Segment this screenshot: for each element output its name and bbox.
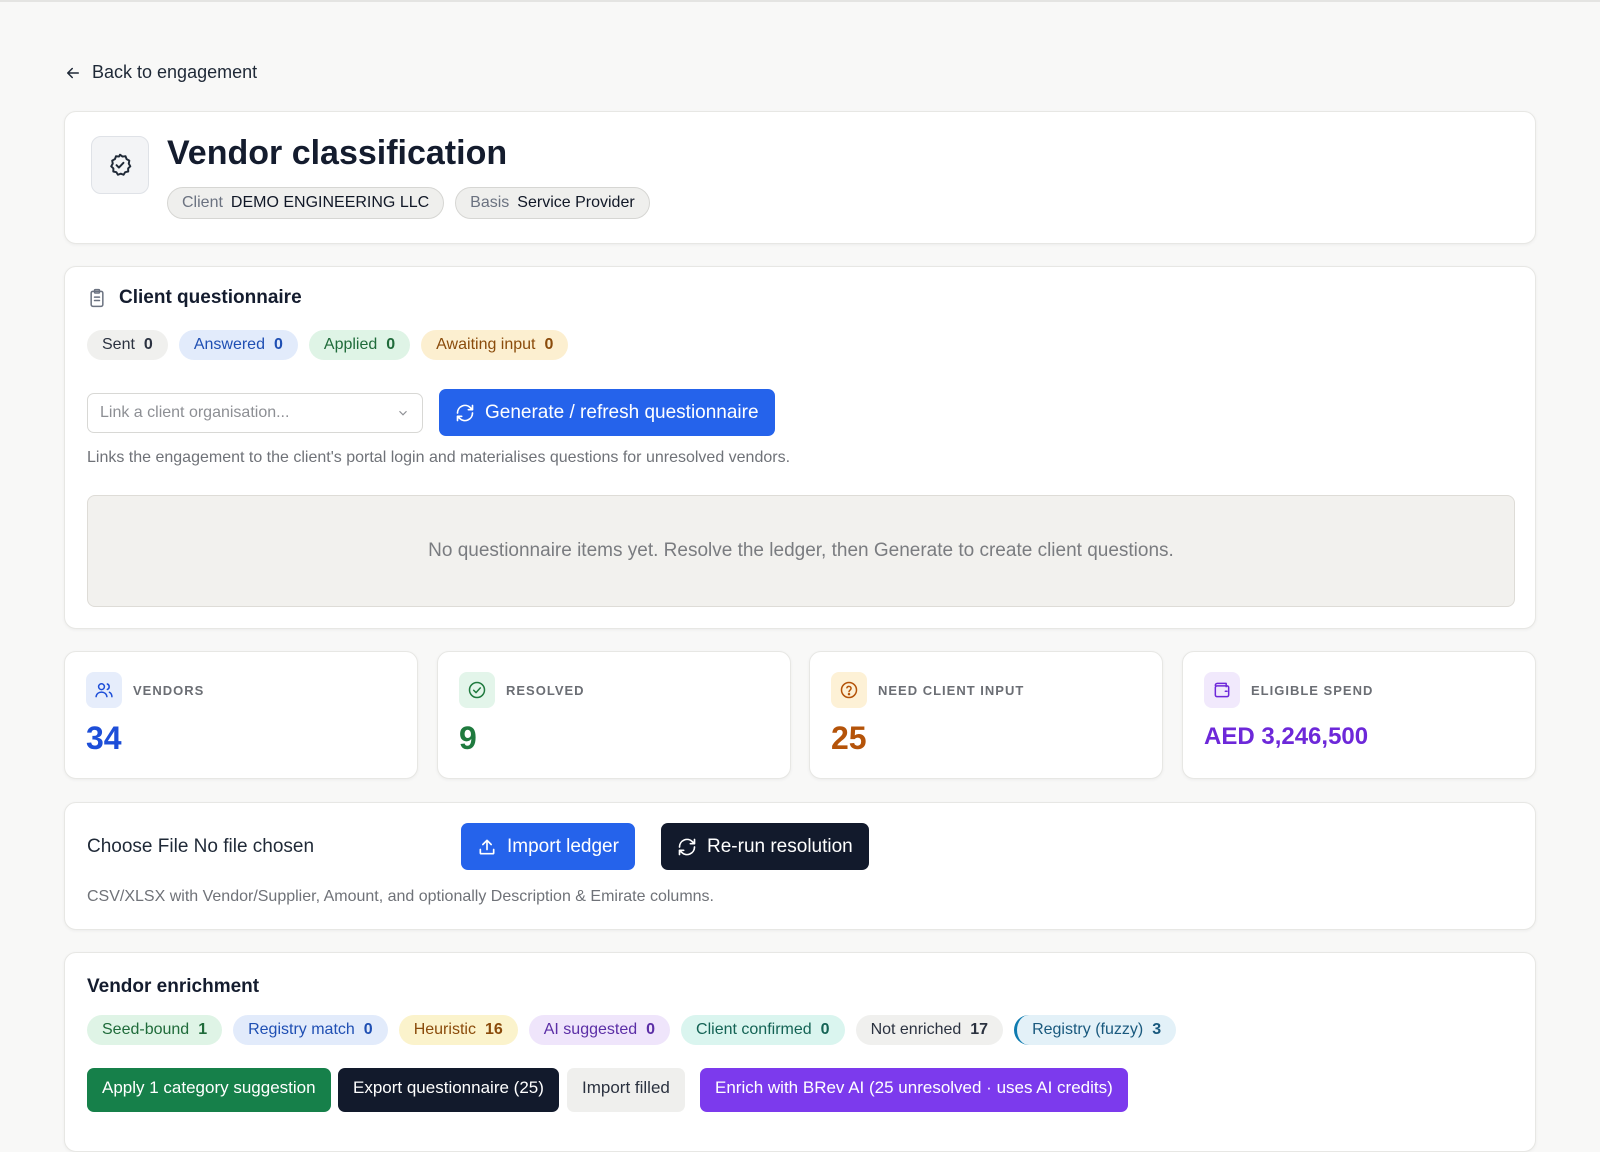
stat-label: VENDORS [133, 683, 205, 698]
clipboard-icon [90, 288, 104, 308]
back-label: Back to engagement [92, 62, 258, 82]
chip-not-enriched: Not enriched 17 [855, 1015, 1004, 1045]
stat-value: 9 [459, 720, 477, 756]
stat-value: 34 [86, 720, 122, 756]
questionnaire-card: Client questionnaire Sent 0 Answered 0 App… [64, 266, 1536, 629]
client-value: DEMO ENGINEERING LLC [230, 194, 430, 211]
rerun-resolution-button[interactable]: Re-run resolution [661, 823, 869, 870]
client-key: Client [182, 194, 223, 211]
basis-pill: Basis Service Provider [455, 187, 650, 219]
enrichment-card: Vendor enrichment Seed-bound 1 Registry m… [64, 952, 1536, 1152]
import-label: Import ledger [507, 835, 619, 857]
select-placeholder: Link a client organisation... [100, 404, 290, 421]
badge-check-icon [91, 136, 149, 194]
chip-awaiting-input: Awaiting input 0 [421, 330, 569, 360]
apply-category-suggestion-button[interactable]: Apply 1 category suggestion [87, 1068, 331, 1112]
questionnaire-title-text: Client questionnaire [119, 287, 302, 308]
questionnaire-hint: Links the engagement to the client's por… [87, 449, 791, 466]
stat-label: RESOLVED [506, 683, 585, 698]
import-hint: CSV/XLSX with Vendor/Supplier, Amount, a… [87, 888, 714, 905]
chip-registry-match: Registry match 0 [233, 1015, 388, 1045]
file-input[interactable]: Choose File No file chosen [87, 836, 314, 858]
stat-eligible-spend: ELIGIBLE SPEND AED 3,246,500 [1182, 651, 1536, 779]
stat-need-client-input: NEED CLIENT INPUT 25 [809, 651, 1163, 779]
chip-applied: Applied 0 [308, 330, 411, 360]
chip-answered: Answered 0 [178, 330, 298, 360]
header-card: Vendor classification Client DEMO ENGINE… [64, 111, 1536, 244]
chip-sent: Sent 0 [87, 330, 168, 360]
stat-label: NEED CLIENT INPUT [878, 683, 1025, 698]
generate-label: Generate / refresh questionnaire [485, 401, 759, 423]
stat-vendors: VENDORS 34 [64, 651, 418, 779]
stat-value: AED 3,246,500 [1204, 723, 1369, 750]
chip-heuristic: Heuristic 16 [398, 1015, 518, 1045]
back-to-engagement-link[interactable]: Back to engagement [64, 62, 257, 83]
basis-key: Basis [470, 194, 510, 211]
arrow-left-icon [67, 67, 79, 78]
import-filled-button[interactable]: Import filled [567, 1068, 685, 1112]
chip-client-confirmed: Client confirmed 0 [681, 1015, 845, 1045]
chip-ai-suggested: AI suggested 0 [528, 1015, 671, 1045]
client-pill: Client DEMO ENGINEERING LLC [167, 187, 445, 219]
chevron-down-icon [399, 410, 407, 416]
refresh-icon [456, 404, 474, 421]
enrichment-title: Vendor enrichment [87, 976, 260, 997]
empty-state: No questionnaire items yet. Resolve the … [87, 495, 1515, 607]
export-questionnaire-button[interactable]: Export questionnaire (25) [338, 1068, 559, 1112]
generate-questionnaire-button[interactable]: Generate / refresh questionnaire [439, 389, 775, 436]
chip-registry-fuzzy: Registry (fuzzy) 3 [1014, 1015, 1177, 1045]
help-circle-icon [831, 672, 867, 708]
refresh-icon [678, 838, 696, 855]
upload-icon [479, 839, 495, 854]
chip-seed-bound: Seed-bound 1 [87, 1015, 223, 1045]
enrich-with-ai-button[interactable]: Enrich with BRev AI (25 unresolved · use… [700, 1068, 1128, 1112]
check-circle-icon [459, 672, 495, 708]
import-ledger-button[interactable]: Import ledger [461, 823, 635, 870]
import-card: Choose File No file chosen Import ledger… [64, 802, 1536, 930]
stat-label: ELIGIBLE SPEND [1251, 683, 1374, 698]
users-icon [86, 672, 122, 708]
questionnaire-title: Client questionnaire [87, 287, 302, 309]
stat-resolved: RESOLVED 9 [437, 651, 791, 779]
stat-value: 25 [831, 720, 867, 756]
basis-value: Service Provider [517, 194, 635, 211]
rerun-label: Re-run resolution [707, 835, 853, 857]
page-title: Vendor classification [167, 134, 508, 172]
wallet-icon [1204, 672, 1240, 708]
client-organisation-select[interactable]: Link a client organisation... [87, 393, 423, 433]
